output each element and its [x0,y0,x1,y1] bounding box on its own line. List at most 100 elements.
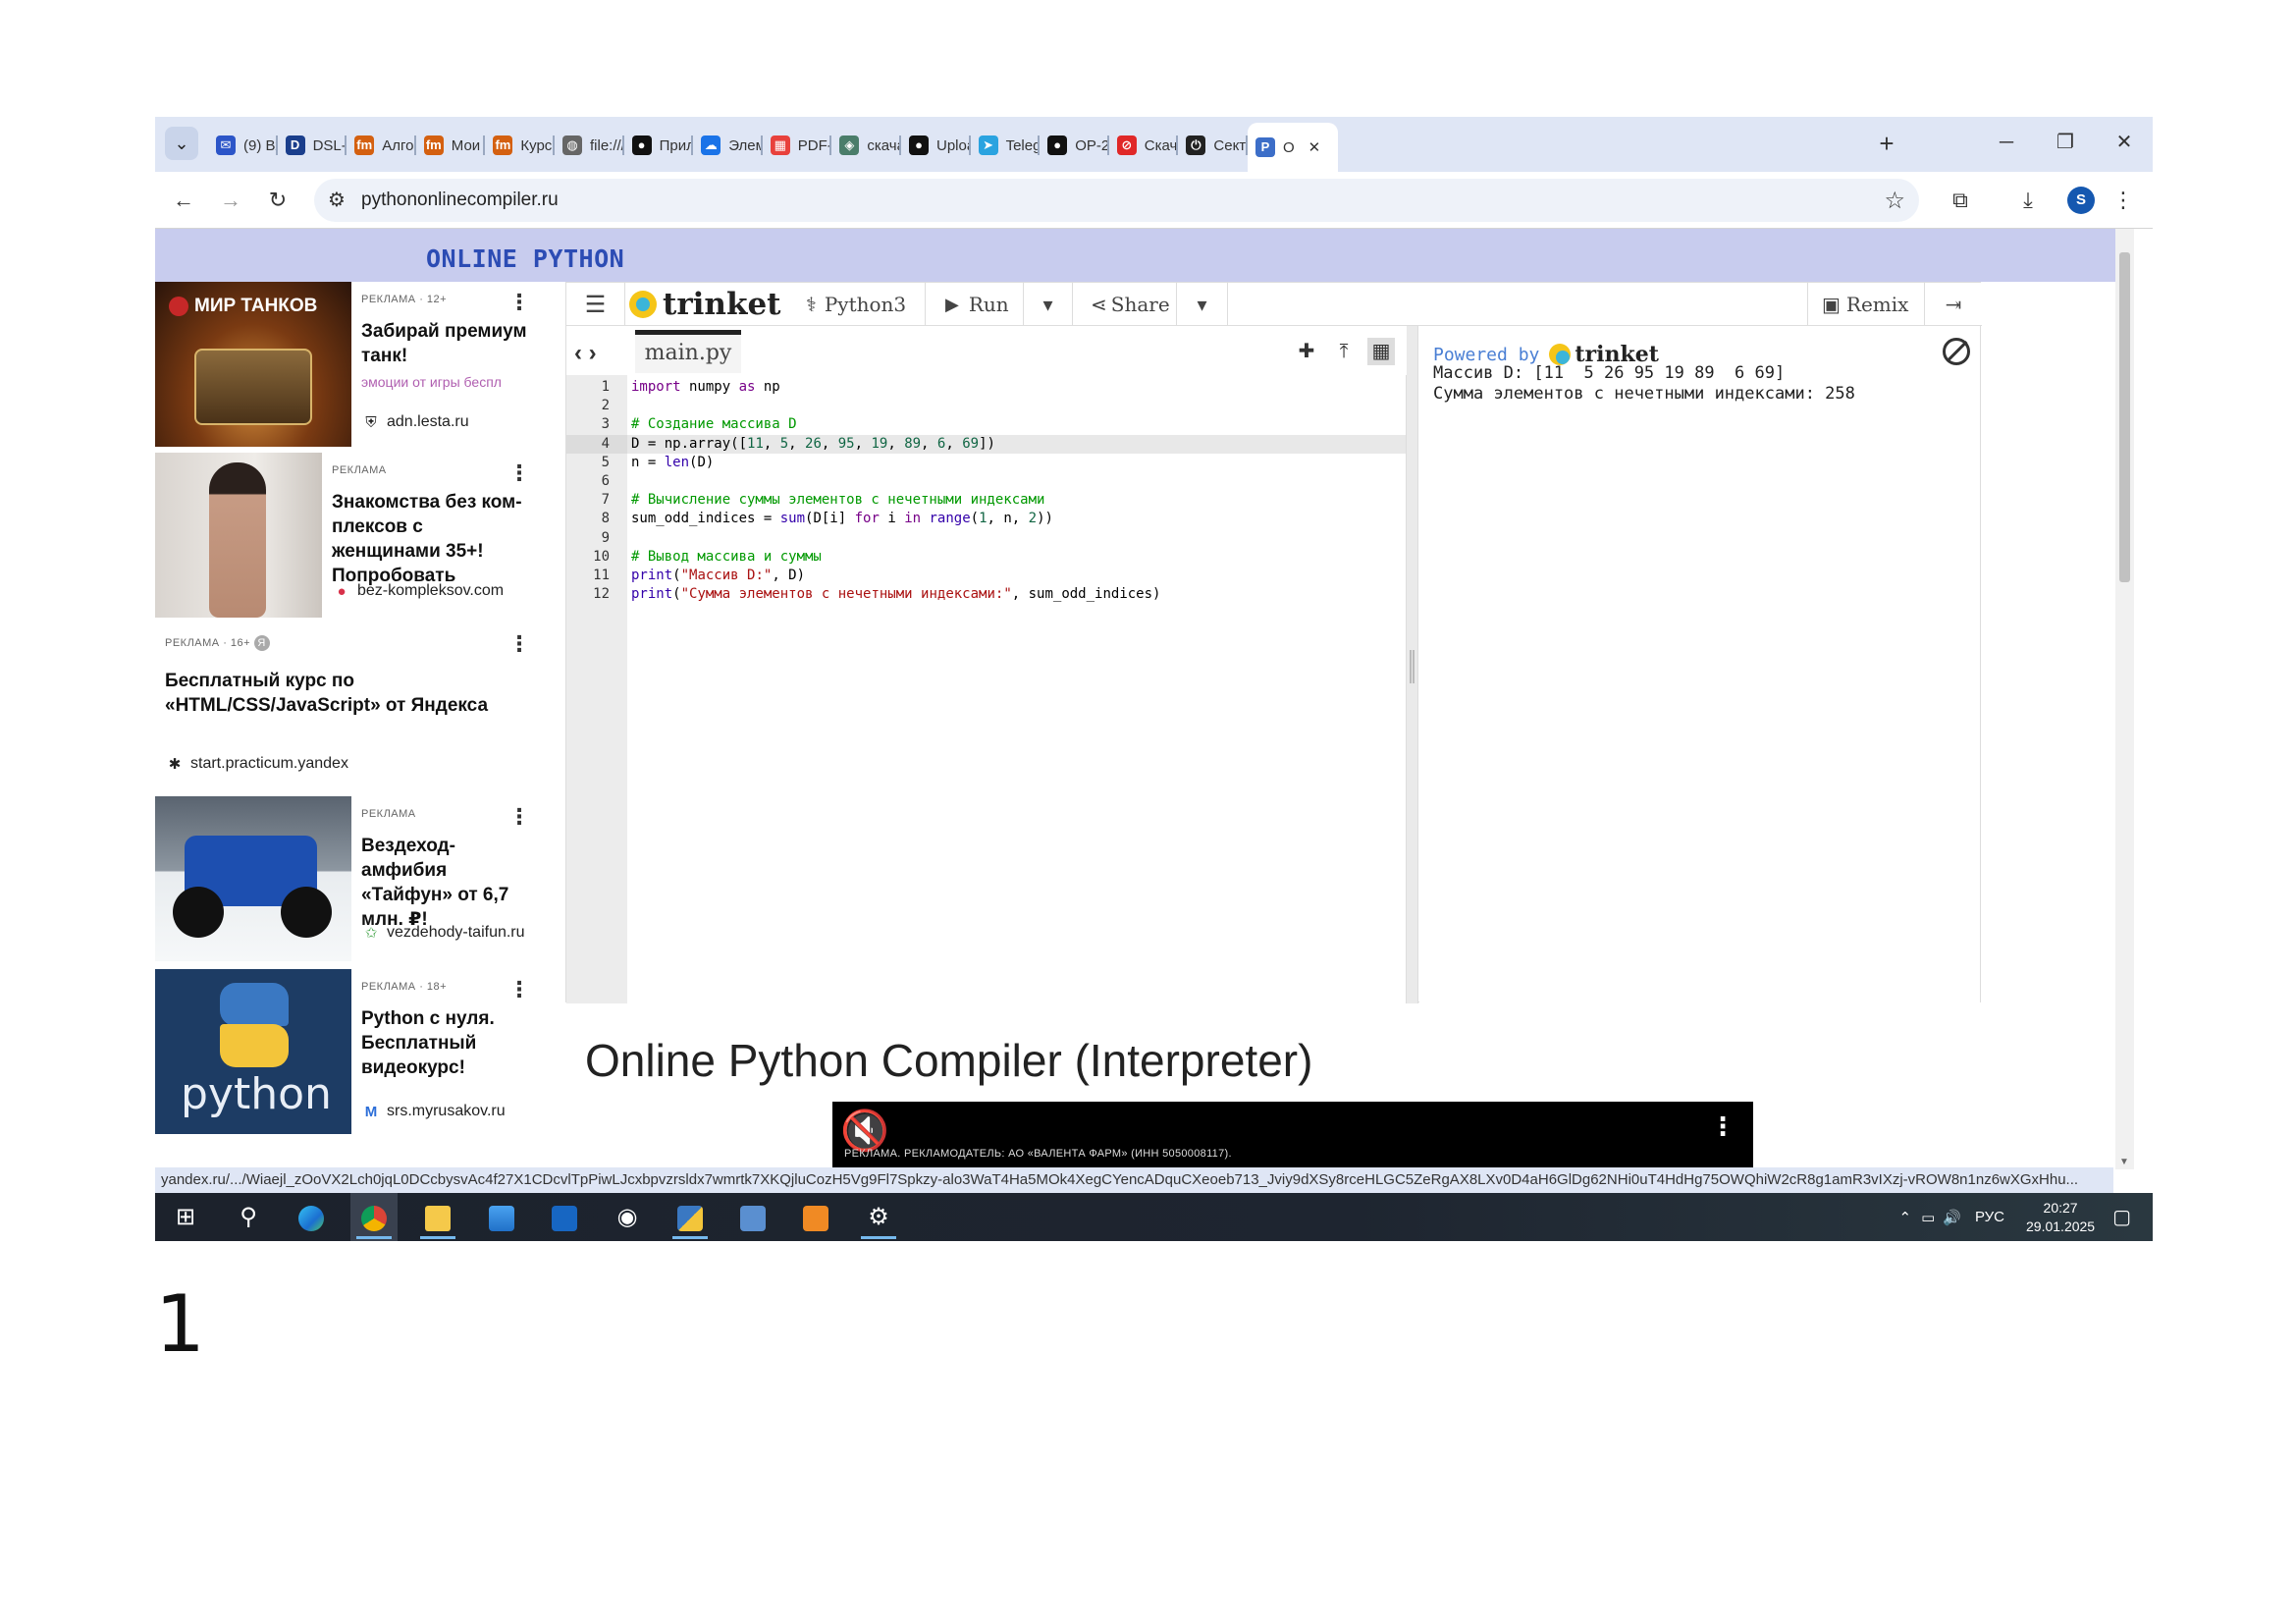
notifications-icon[interactable]: ▢ [2112,1205,2131,1229]
edge-icon[interactable] [288,1193,335,1241]
code-line[interactable]: # Создание массива D [631,416,797,432]
site-info-icon[interactable]: ⚙ [328,188,346,212]
ad-card[interactable]: python РЕКЛАМА · 18+ Python с нуля. Бесп… [155,969,544,1134]
ad-image[interactable] [155,796,351,961]
ad-card[interactable]: МИР ТАНКОВ РЕКЛАМА · 12+ Забирай премиум… [155,282,544,447]
close-tab-icon[interactable]: ✕ [1308,138,1321,156]
browser-tab[interactable]: ◍ file:/// [555,125,624,166]
browser-tab[interactable]: ● Uploa [901,125,971,166]
tray-chevron-icon[interactable]: ⌃ [1899,1209,1912,1226]
browser-tab[interactable]: ⊘ Скача [1109,125,1179,166]
scroll-down-arrow-icon[interactable]: ▼ [2119,1157,2129,1167]
add-file-icon[interactable]: ✚ [1293,338,1320,365]
ad-headline[interactable]: Бесплатный курс по «HTML/CSS/JavaScript»… [165,669,536,718]
input-language[interactable]: РУС [1975,1209,2004,1225]
store-icon[interactable] [478,1193,525,1241]
browser-tab[interactable]: ➤ Telegr [971,125,1041,166]
minimize-button[interactable]: ─ [1981,125,2032,160]
github-desktop-icon[interactable]: ◉ [604,1193,651,1241]
trinket-logo[interactable]: trinket [629,287,781,322]
ad-headline[interactable]: Знакомства без ком-плексов с женщинами 3… [332,490,536,588]
share-options-chevron-icon[interactable]: ▾ [1177,283,1228,326]
ad-card[interactable]: РЕКЛАМА Вездеход-амфибия «Тайфун» от 6,7… [155,796,544,961]
scrollbar-thumb[interactable] [2119,252,2130,582]
page-scrollbar[interactable]: ▼ [2115,229,2134,1169]
python-idle-icon[interactable] [667,1193,714,1241]
code-line[interactable]: print("Массив D:", D) [631,568,805,583]
language-selector[interactable]: ⚕ Python3 [798,283,926,326]
browser-tab[interactable]: D DSL-2 [278,125,347,166]
browser-tab[interactable]: ◈ скача [831,125,901,166]
code-area[interactable]: import numpy as np # Создание массива D D … [627,375,1406,1003]
extensions-icon[interactable]: ⧉ [1944,184,1977,217]
start-button[interactable]: ⊞ [162,1193,209,1241]
hamburger-menu-icon[interactable]: ☰ [566,283,625,326]
browser-tab[interactable]: fm Алгор [347,125,416,166]
close-window-button[interactable]: ✕ [2099,125,2150,160]
ad-domain[interactable]: ✱ start.practicum.yandex [165,755,348,773]
remix-button[interactable]: ▣ Remix [1807,283,1925,326]
ad-domain[interactable]: ✩ vezdehody-taifun.ru [361,924,525,942]
browser-tab[interactable]: ✉ (9) Вх [208,125,278,166]
ad-image[interactable] [155,453,322,618]
app-orange-icon[interactable] [792,1193,839,1241]
ad-domain[interactable]: ⛨ adn.lesta.ru [361,413,468,431]
network-icon[interactable]: ▭ [1921,1209,1935,1226]
ad-headline[interactable]: Вездеход-амфибия «Тайфун» от 6,7 млн. ₽! [361,834,536,932]
address-bar[interactable]: ⚙ pythononlinecompiler.ru ☆ [314,179,1919,222]
search-icon[interactable]: ⚲ [225,1193,272,1241]
outlook-icon[interactable] [541,1193,588,1241]
browser-tab[interactable]: ● Прило [624,125,694,166]
ad-headline[interactable]: Забирай премиум танк! [361,319,536,368]
browser-tab[interactable]: fm Курс: [485,125,555,166]
profile-avatar[interactable]: S [2067,187,2095,214]
code-line[interactable]: n = len(D) [631,455,714,470]
back-button[interactable]: ← [167,184,200,217]
new-tab-button[interactable]: + [1870,127,1903,160]
ad-menu-icon[interactable]: ⋮ [508,460,530,486]
code-line[interactable]: print("Сумма элементов с нечетными индек… [631,586,1160,602]
ad-image[interactable]: МИР ТАНКОВ [155,282,351,447]
ad-menu-icon[interactable]: ⋮ [508,290,530,315]
volume-icon[interactable]: 🔊 [1943,1209,1961,1226]
code-line[interactable]: import numpy as np [631,379,780,395]
login-icon[interactable]: ⇥ [1927,283,1980,326]
clock[interactable]: 20:27 29.01.2025 [2026,1199,2095,1236]
browser-tab[interactable]: P О ✕ [1248,123,1338,172]
share-button[interactable]: ⋖ Share [1073,283,1177,326]
menu-kebab-icon[interactable]: ⋮ [2107,184,2140,217]
stop-icon[interactable] [1943,338,1970,365]
image-icon[interactable]: ▦ [1367,338,1395,365]
browser-tab[interactable]: ● OP-20 [1040,125,1109,166]
file-tab-main[interactable]: main.py [635,330,741,373]
ad-domain[interactable]: Msrs.myrusakov.ru [361,1103,506,1120]
ad-card[interactable]: РЕКЛАМА · 16+ Я Бесплатный курс по «HTML… [155,623,544,788]
upload-icon[interactable]: ⤒ [1330,338,1358,365]
browser-tab[interactable]: ☁ Элеме [693,125,763,166]
restore-button[interactable]: ❐ [2040,125,2091,160]
url-text[interactable]: pythononlinecompiler.ru [361,189,559,211]
browser-tab[interactable]: ⏻ Секто [1178,125,1248,166]
download-icon[interactable]: ⤓ [2011,184,2045,217]
file-explorer-icon[interactable] [414,1193,461,1241]
browser-tab[interactable]: ▦ PDF-к [763,125,832,166]
divider-grip-icon[interactable] [1410,650,1415,683]
bookmark-star-icon[interactable]: ☆ [1884,187,1905,215]
ad-menu-icon[interactable]: ⋮ [508,977,530,1002]
reload-button[interactable]: ↻ [261,184,294,217]
code-line[interactable]: # Вычисление суммы элементов с нечетными… [631,492,1044,508]
run-options-chevron-icon[interactable]: ▾ [1024,283,1073,326]
ad-headline[interactable]: Python с нуля. Бесплатный видеокурс! [361,1006,536,1080]
ad-domain[interactable]: ● bez-kompleksov.com [332,582,504,600]
run-button[interactable]: ▶ Run [926,283,1024,326]
ad-card[interactable]: РЕКЛАМА Знакомства без ком-плексов с жен… [155,453,544,618]
forward-button[interactable]: → [214,184,247,217]
settings-gear-icon[interactable]: ⚙ [855,1193,902,1241]
tab-scroll-arrows-icon[interactable]: ‹ › [574,340,597,367]
site-title[interactable]: ONLINE PYTHON [426,244,624,273]
ad-menu-icon[interactable]: ⋮ [508,631,530,657]
code-line[interactable]: sum_odd_indices = sum(D[i] for i in rang… [631,511,1053,526]
video-ad-menu-icon[interactable]: ⋮ [1710,1111,1735,1142]
code-line[interactable]: D = np.array([11, 5, 26, 95, 19, 89, 6, … [631,436,995,452]
browser-tab[interactable]: fm Мои к [416,125,486,166]
